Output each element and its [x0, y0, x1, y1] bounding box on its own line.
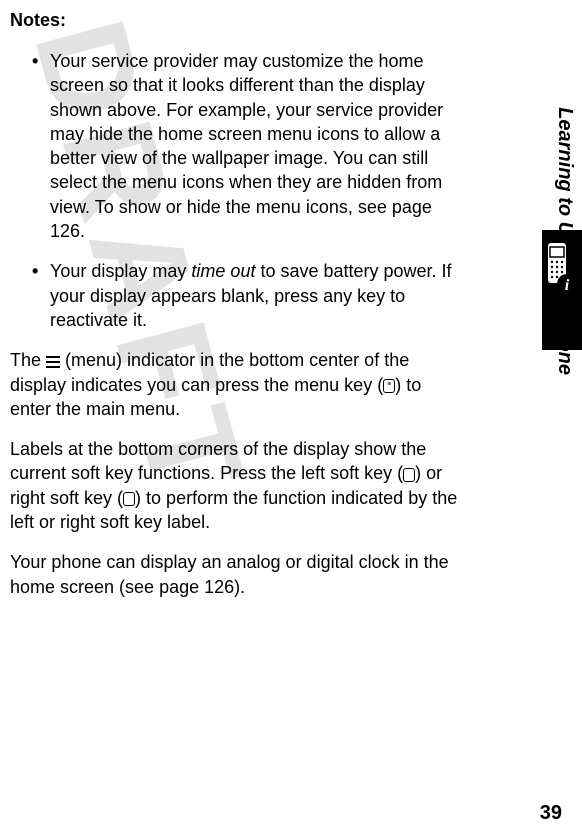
menu-key-icon: ≡ — [383, 379, 395, 393]
notes-heading: Notes: — [10, 10, 460, 31]
notes-bullet-list: Your service provider may customize the … — [32, 49, 460, 332]
page-content: Notes: Your service provider may customi… — [0, 0, 520, 625]
bullet-item: Your display may time out to save batter… — [32, 259, 460, 332]
bullet-item: Your service provider may customize the … — [32, 49, 460, 243]
menu-lines-icon — [46, 356, 60, 368]
svg-text:i: i — [565, 277, 570, 294]
page-number: 39 — [540, 802, 562, 825]
paragraph-soft-keys: Labels at the bottom corners of the disp… — [10, 437, 460, 534]
phone-info-icon: i — [537, 238, 577, 298]
bullet2-text-part1: Your display may — [50, 261, 191, 281]
left-soft-key-icon — [403, 468, 415, 482]
para1-text-part1: The — [10, 350, 46, 370]
para1-text-part2: (menu) indicator in the bottom center of… — [10, 350, 409, 394]
paragraph-clock: Your phone can display an analog or digi… — [10, 550, 460, 599]
bullet2-italic: time out — [191, 261, 255, 281]
right-soft-key-icon — [123, 492, 135, 506]
para2-text-part1: Labels at the bottom corners of the disp… — [10, 439, 426, 483]
paragraph-menu-indicator: The (menu) indicator in the bottom cente… — [10, 348, 460, 421]
